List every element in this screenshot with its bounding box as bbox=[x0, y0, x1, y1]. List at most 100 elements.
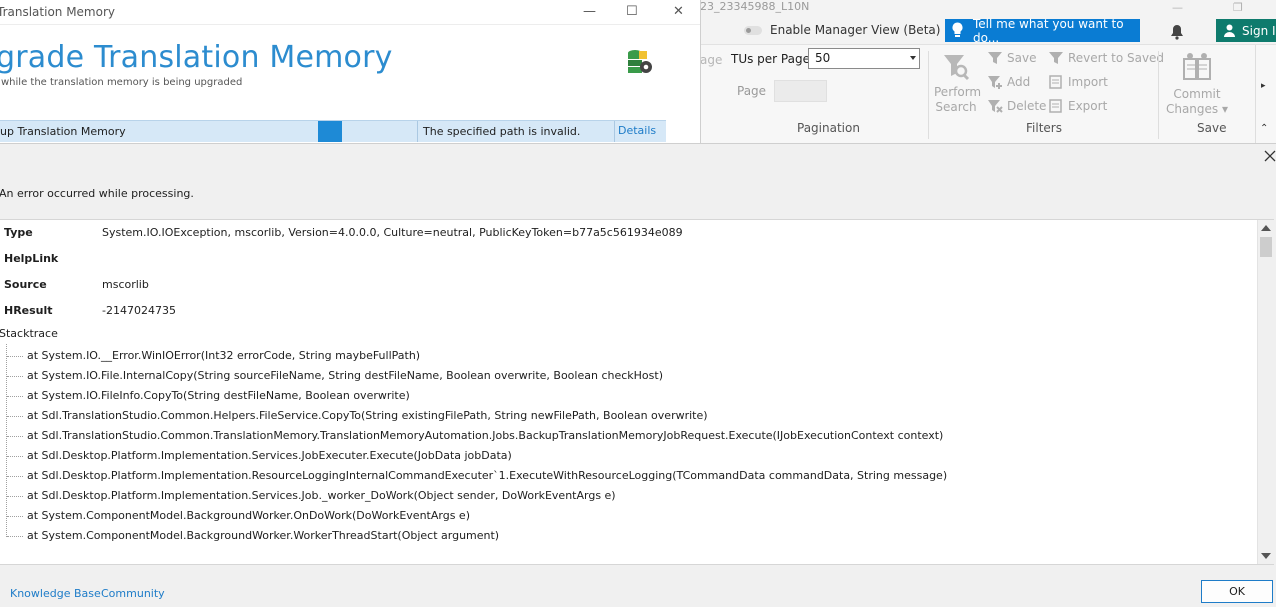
scroll-down-icon[interactable] bbox=[1261, 553, 1271, 559]
page-input[interactable] bbox=[774, 80, 827, 102]
upgrade-heading: grade Translation Memory bbox=[0, 40, 393, 75]
minimize-icon[interactable]: — bbox=[1172, 1, 1183, 14]
tell-me-label: Tell me what you want to do... bbox=[973, 16, 1124, 45]
filter-save-button[interactable]: Save bbox=[987, 51, 1036, 65]
property-value: mscorlib bbox=[102, 278, 149, 291]
property-value: System.IO.IOException, mscorlib, Version… bbox=[102, 226, 683, 239]
perform-search-button[interactable]: Perform Search bbox=[934, 51, 982, 115]
chevron-down-icon bbox=[910, 56, 916, 60]
chevron-right-icon[interactable]: ▸ bbox=[1261, 81, 1266, 91]
tus-per-page-label: TUs per Page: bbox=[731, 52, 815, 66]
stack-frame: at System.IO.__Error.WinIOError(Int32 er… bbox=[27, 349, 421, 362]
cell-divider bbox=[614, 121, 615, 142]
stacktrace-label[interactable]: Stacktrace bbox=[0, 327, 58, 340]
ok-button[interactable]: OK bbox=[1201, 580, 1273, 603]
perform-search-icon bbox=[944, 55, 970, 81]
property-key: HResult bbox=[4, 304, 53, 317]
close-icon[interactable] bbox=[1264, 150, 1276, 162]
pagination-group-label: Pagination bbox=[797, 121, 860, 135]
filter-add-label: Add bbox=[1007, 75, 1031, 89]
import-button[interactable]: Import bbox=[1048, 75, 1108, 89]
sign-in-label: Sign In bbox=[1242, 23, 1276, 38]
vertical-scrollbar[interactable] bbox=[1257, 220, 1274, 564]
tree-branch bbox=[7, 536, 23, 537]
filter-add-button[interactable]: Add bbox=[987, 75, 1030, 89]
page-label: Page bbox=[737, 84, 767, 98]
knowledge-base-link[interactable]: Knowledge Base bbox=[10, 587, 101, 600]
upgrade-tm-window: Translation Memory — ☐ ✕ grade Translati… bbox=[0, 0, 701, 143]
tree-branch bbox=[7, 376, 23, 377]
stack-frame: at System.ComponentModel.BackgroundWorke… bbox=[27, 529, 500, 542]
commit-changes-button[interactable]: Commit Changes ▾ bbox=[1164, 51, 1230, 117]
tree-branch bbox=[7, 396, 23, 397]
error-details-panel: Type System.IO.IOException, mscorlib, Ve… bbox=[0, 219, 1274, 565]
export-label: Export bbox=[1068, 99, 1108, 113]
details-link[interactable]: Details bbox=[618, 124, 656, 137]
cell-divider bbox=[417, 121, 418, 142]
community-link[interactable]: Community bbox=[101, 587, 165, 600]
app-topbar: 23_23345988_L10N — ❐ Enable Manager View… bbox=[700, 0, 1276, 45]
perform-search-label-2: Search bbox=[935, 100, 977, 114]
error-message: An error occurred while processing. bbox=[0, 187, 194, 200]
ribbon: age TUs per Page: 50 Page Pagination Per… bbox=[700, 44, 1276, 144]
filter-delete-icon bbox=[988, 100, 1003, 113]
person-icon bbox=[1224, 24, 1235, 37]
stack-frame: at System.IO.File.InternalCopy(String so… bbox=[27, 369, 663, 382]
chevron-up-icon[interactable]: ⌃ bbox=[1260, 123, 1268, 134]
filter-save-label: Save bbox=[1007, 51, 1037, 65]
filter-save-icon bbox=[988, 52, 1002, 64]
revert-to-saved-button[interactable]: Revert to Saved bbox=[1048, 51, 1164, 65]
property-key: Source bbox=[4, 278, 47, 291]
background-app: 23_23345988_L10N — ❐ Enable Manager View… bbox=[700, 0, 1276, 144]
stack-frame: at Sdl.TranslationStudio.Common.Translat… bbox=[27, 429, 944, 442]
filter-delete-button[interactable]: Delete bbox=[987, 99, 1046, 113]
upgrade-subtitle: while the translation memory is being up… bbox=[1, 77, 243, 88]
manager-view-label: Enable Manager View (Beta) bbox=[770, 23, 941, 37]
revert-filter-icon bbox=[1049, 52, 1063, 64]
ribbon-divider bbox=[1158, 51, 1159, 139]
stack-frame: at Sdl.Desktop.Platform.Implementation.S… bbox=[27, 449, 512, 462]
export-icon bbox=[1049, 99, 1062, 113]
screen: 23_23345988_L10N — ❐ Enable Manager View… bbox=[0, 0, 1276, 607]
restore-icon[interactable]: ❐ bbox=[1233, 1, 1243, 14]
tus-per-page-select[interactable]: 50 bbox=[808, 48, 920, 69]
revert-to-saved-label: Revert to Saved bbox=[1068, 51, 1165, 65]
tree-branch bbox=[7, 436, 23, 437]
save-group-label: Save bbox=[1197, 121, 1227, 135]
upgrade-window-titlebar: Translation Memory — ☐ ✕ bbox=[0, 0, 700, 25]
close-icon[interactable]: ✕ bbox=[673, 4, 684, 19]
caret-down-icon: ▾ bbox=[1218, 102, 1229, 116]
task-progress bbox=[318, 121, 342, 142]
tree-branch bbox=[7, 456, 23, 457]
property-key: Type bbox=[4, 226, 33, 239]
tree-branch bbox=[7, 416, 23, 417]
error-dialog: An error occurred while processing. Type… bbox=[0, 143, 1276, 607]
dialog-footer: Knowledge Base Community OK bbox=[0, 566, 1276, 607]
minimize-icon[interactable]: — bbox=[583, 4, 596, 19]
task-name: up Translation Memory bbox=[0, 125, 126, 138]
stack-frame: at Sdl.TranslationStudio.Common.Helpers.… bbox=[27, 409, 708, 422]
upgrade-window-title: Translation Memory bbox=[0, 5, 116, 19]
property-key: HelpLink bbox=[4, 252, 59, 265]
scroll-thumb[interactable] bbox=[1260, 237, 1272, 257]
manager-view-toggle[interactable] bbox=[744, 26, 762, 35]
sign-in-button[interactable]: Sign In bbox=[1216, 19, 1276, 42]
property-value: -2147024735 bbox=[102, 304, 176, 317]
scroll-up-icon[interactable] bbox=[1261, 225, 1271, 231]
stack-frame: at System.IO.FileInfo.CopyTo(String dest… bbox=[27, 389, 410, 402]
stack-frame: at Sdl.Desktop.Platform.Implementation.S… bbox=[27, 489, 616, 502]
document-title: 23_23345988_L10N bbox=[700, 0, 810, 13]
tell-me-search[interactable]: Tell me what you want to do... bbox=[945, 16, 1140, 45]
import-icon bbox=[1049, 75, 1062, 89]
export-button[interactable]: Export bbox=[1048, 99, 1107, 113]
bell-icon[interactable] bbox=[1170, 24, 1184, 40]
task-row[interactable]: up Translation Memory The specified path… bbox=[0, 120, 666, 142]
lightbulb-icon bbox=[952, 22, 963, 37]
perform-search-label-1: Perform bbox=[934, 85, 982, 99]
ribbon-scroll[interactable]: ▸ ⌃ bbox=[1255, 45, 1276, 144]
tree-branch bbox=[7, 516, 23, 517]
ribbon-divider bbox=[928, 51, 929, 139]
filter-add-icon bbox=[988, 76, 1002, 89]
task-message: The specified path is invalid. bbox=[423, 125, 581, 138]
maximize-icon[interactable]: ☐ bbox=[626, 4, 638, 19]
